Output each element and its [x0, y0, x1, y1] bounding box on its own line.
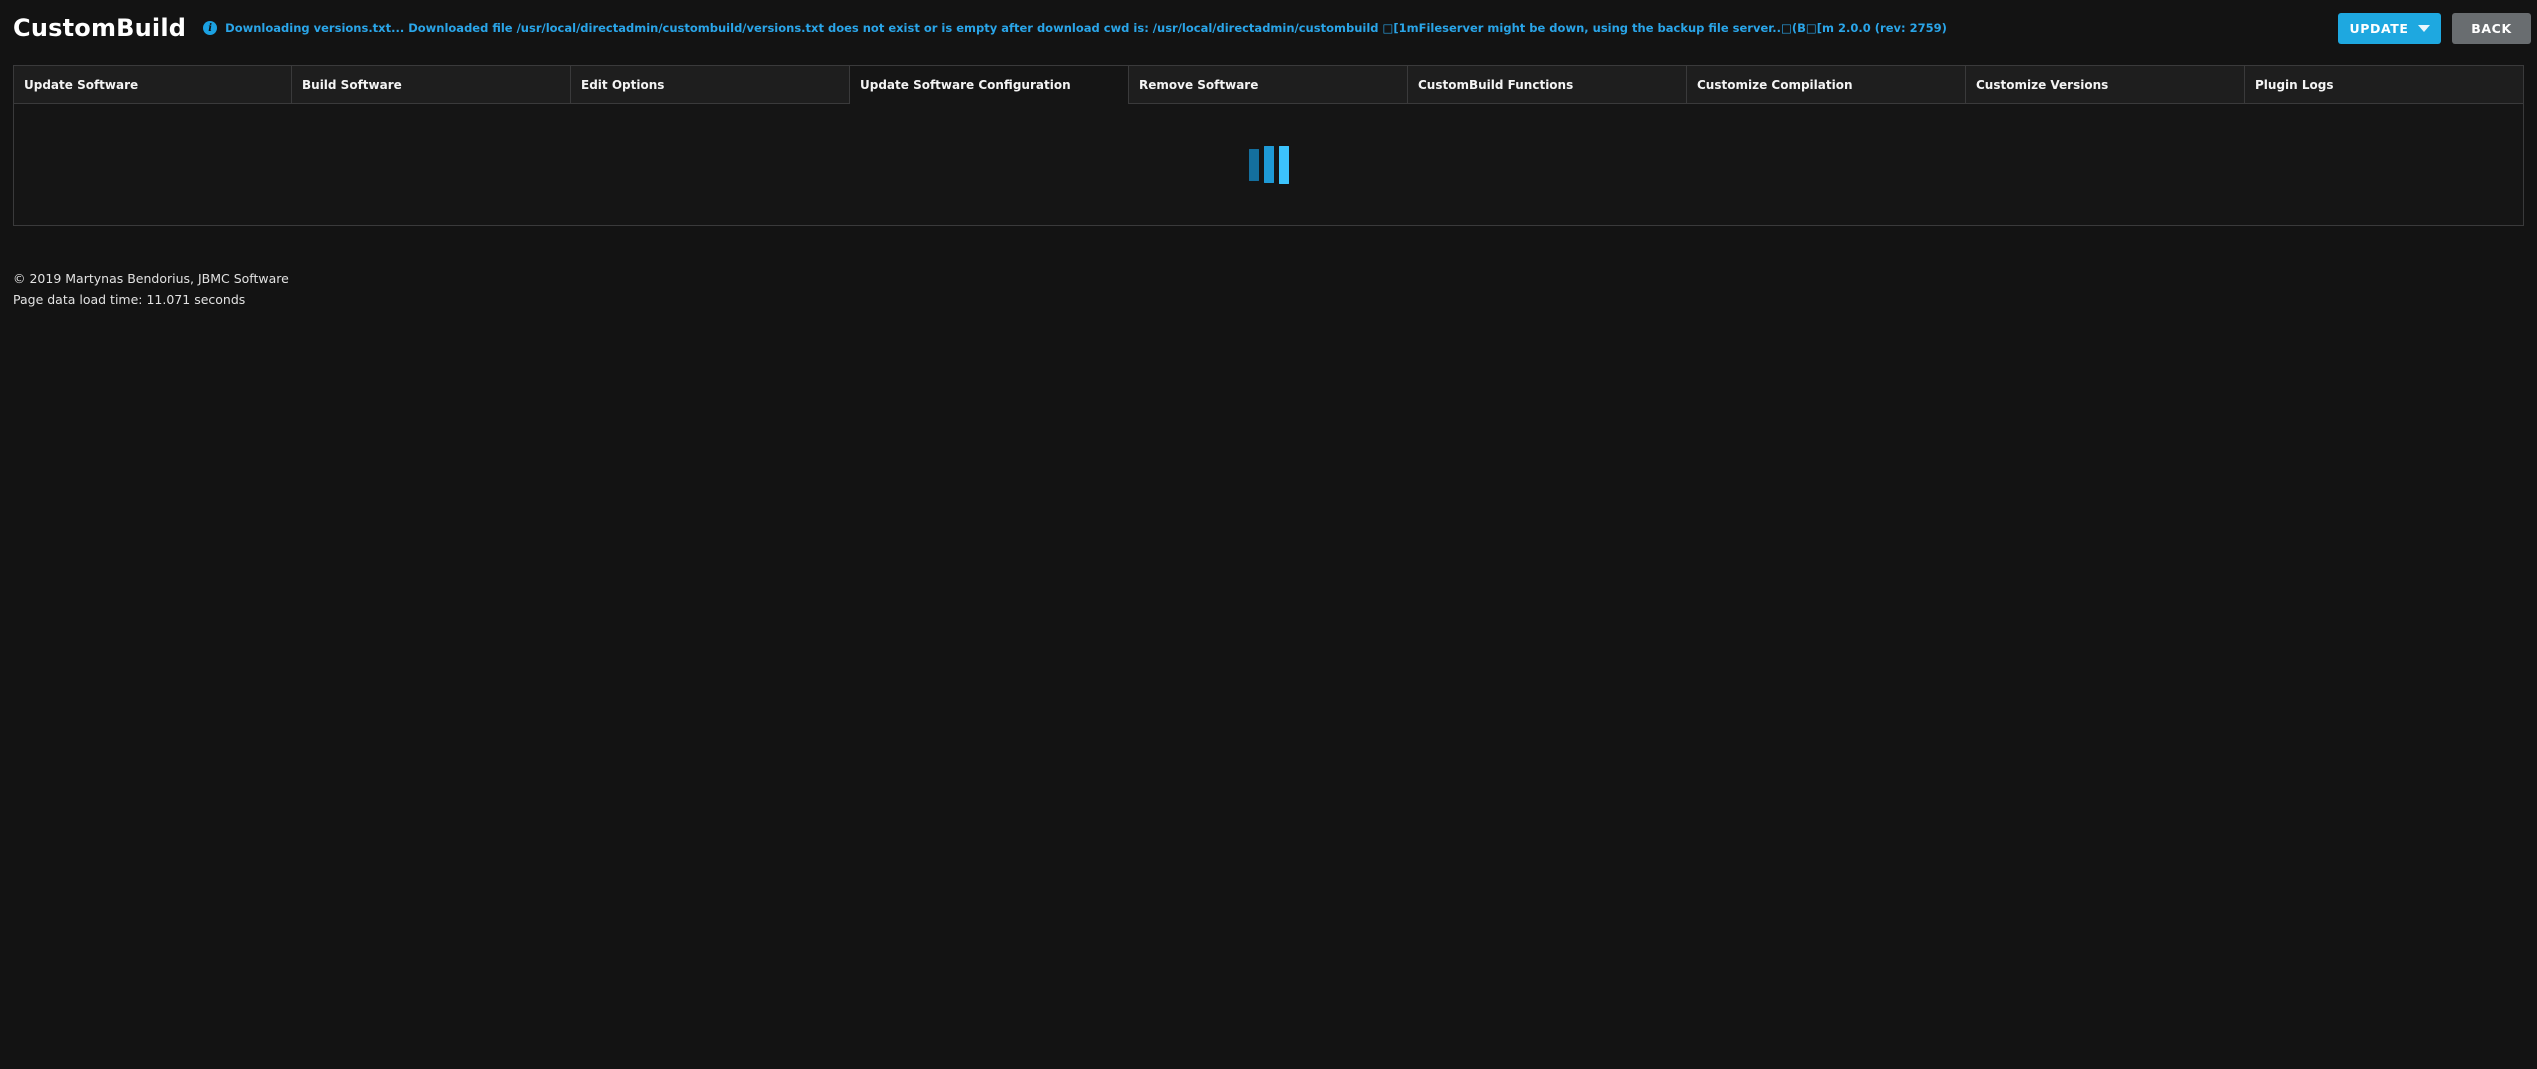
content-panel [13, 104, 2524, 226]
tab-customize-versions[interactable]: Customize Versions [1966, 65, 2245, 104]
tab-bar: Update Software Build Software Edit Option… [13, 65, 2524, 104]
info-icon: i [203, 21, 218, 35]
update-button[interactable]: UPDATE [2338, 12, 2441, 44]
footer: © 2019 Martynas Bendorius, JBMC Software… [13, 268, 2524, 310]
update-button-label: UPDATE [2349, 20, 2409, 36]
loading-bars-icon [1248, 145, 1289, 185]
tab-update-software[interactable]: Update Software [13, 65, 292, 104]
status-message: i Downloading versions.txt... Downloaded… [203, 21, 2338, 35]
tab-customize-compilation[interactable]: Customize Compilation [1687, 65, 1966, 104]
header: CustomBuild i Downloading versions.txt..… [0, 0, 2537, 47]
tab-custombuild-functions[interactable]: CustomBuild Functions [1408, 65, 1687, 104]
copyright-text: © 2019 Martynas Bendorius, JBMC Software [13, 271, 289, 286]
loading-bar-1 [1248, 148, 1259, 181]
page-title: CustomBuild [13, 14, 187, 42]
loading-bar-3 [1278, 145, 1289, 184]
tab-edit-options[interactable]: Edit Options [571, 65, 850, 104]
header-buttons: UPDATE BACK [2338, 12, 2531, 44]
status-message-text: Downloading versions.txt... Downloaded f… [225, 21, 1947, 35]
page-root: { "page": { "title": "CustomBuild" }, "h… [0, 0, 2537, 1069]
tab-remove-software[interactable]: Remove Software [1129, 65, 1408, 104]
tab-plugin-logs[interactable]: Plugin Logs [2245, 65, 2524, 104]
load-time-text: Page data load time: 11.071 seconds [13, 292, 246, 307]
loading-bar-2 [1263, 146, 1274, 183]
tab-build-software[interactable]: Build Software [292, 65, 571, 104]
tab-update-software-configuration[interactable]: Update Software Configuration [850, 65, 1129, 104]
back-button[interactable]: BACK [2452, 12, 2531, 44]
chevron-down-icon [2417, 24, 2430, 32]
back-button-label: BACK [2471, 20, 2512, 36]
